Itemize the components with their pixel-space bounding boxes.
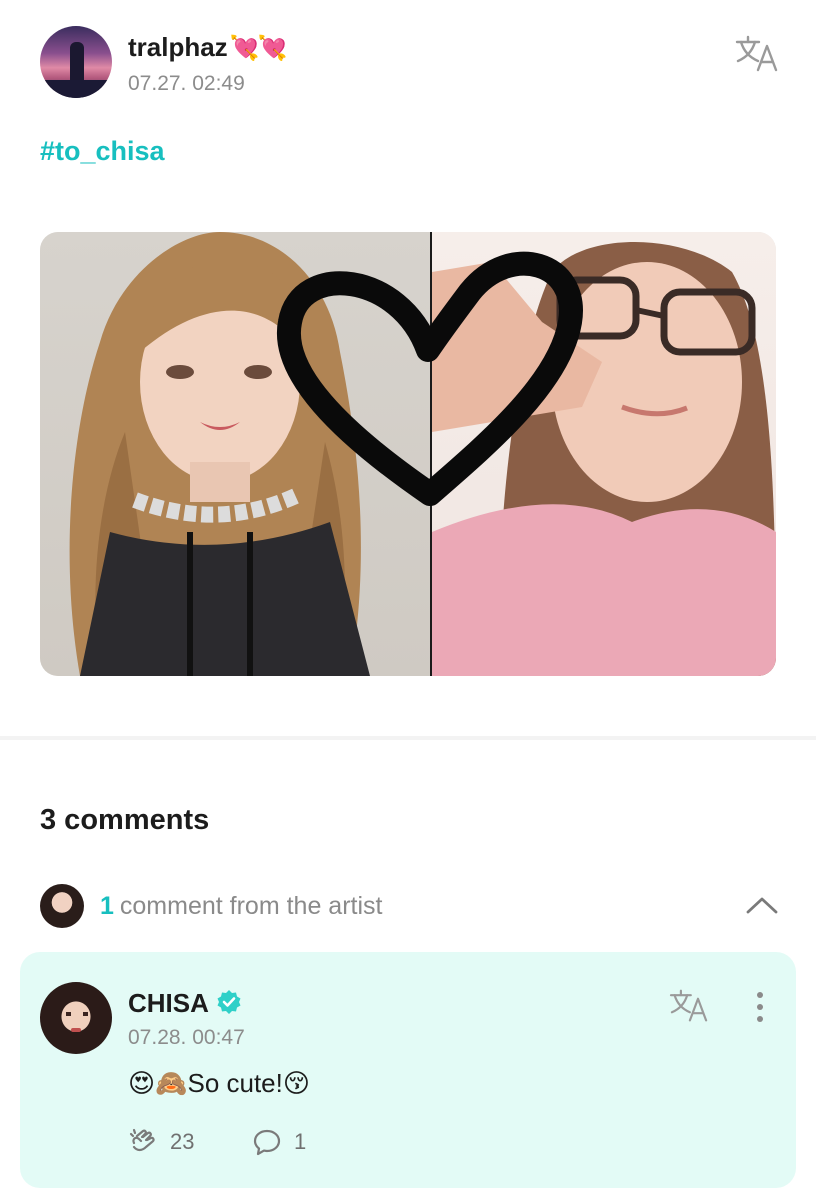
translate-icon[interactable] <box>734 34 780 74</box>
artist-avatar-small <box>40 884 84 928</box>
artist-comment-text: comment from the artist <box>119 892 383 920</box>
reply-bubble-icon <box>253 1129 281 1156</box>
commenter-avatar[interactable] <box>40 982 112 1054</box>
verified-badge-icon <box>217 990 241 1014</box>
artist-comments-toggle[interactable]: 1 comment from the artist <box>40 884 780 928</box>
comment-body: 😍🙈So cute!😚 <box>128 1068 310 1098</box>
more-vertical-icon[interactable] <box>750 990 770 1024</box>
cheer-hand-icon <box>129 1128 155 1152</box>
chevron-up-icon[interactable] <box>744 888 780 924</box>
artist-comment-count: 1 <box>100 892 114 920</box>
commenter-name-row[interactable]: CHISA <box>128 988 243 1019</box>
post-image[interactable] <box>40 232 776 676</box>
username-emoji: 💘💘 <box>229 35 288 62</box>
author-username[interactable]: tralphaz💘💘 <box>128 32 288 63</box>
comment-timestamp: 07.28. 00:47 <box>128 1026 245 1049</box>
author-avatar[interactable] <box>40 26 112 98</box>
post-hashtag[interactable]: #to_chisa <box>40 136 165 167</box>
section-separator <box>0 736 816 740</box>
comments-count: 3 comments <box>40 804 210 836</box>
username-text: tralphaz <box>128 32 228 62</box>
cheer-count: 23 <box>170 1129 195 1154</box>
post-timestamp: 07.27. 02:49 <box>128 72 245 95</box>
reply-count: 1 <box>294 1129 307 1154</box>
drawn-heart <box>276 251 583 506</box>
artist-comments-label: 1 comment from the artist <box>100 892 382 921</box>
commenter-name: CHISA <box>128 988 209 1018</box>
post-header: tralphaz💘💘 07.27. 02:49 <box>40 26 780 102</box>
artist-comment-card: CHISA 07.28. 00:47 😍🙈So cute!😚 23 1 <box>20 952 796 1188</box>
translate-icon[interactable] <box>668 988 710 1024</box>
